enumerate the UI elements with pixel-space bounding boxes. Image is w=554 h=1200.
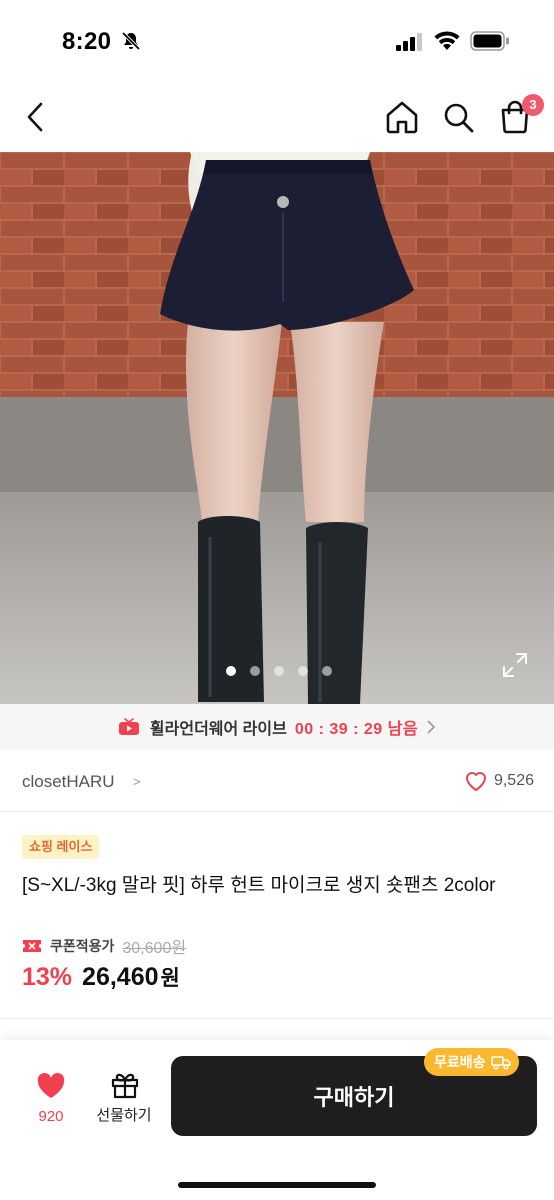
bottom-action-bar: 920 선물하기 구매하기 무료배송 bbox=[0, 1040, 554, 1200]
gallery-dot[interactable] bbox=[274, 666, 284, 676]
back-button[interactable] bbox=[18, 96, 52, 138]
product-photo bbox=[0, 152, 554, 704]
live-video-icon bbox=[118, 718, 139, 735]
bell-off-icon bbox=[121, 31, 141, 51]
store-like-button[interactable]: 9,526 bbox=[464, 768, 534, 794]
gift-icon bbox=[111, 1073, 139, 1099]
product-image-gallery[interactable] bbox=[0, 152, 554, 704]
product-like-button[interactable]: 920 bbox=[24, 1070, 78, 1130]
gallery-dot[interactable] bbox=[250, 666, 260, 676]
store-like-count: 9,526 bbox=[493, 772, 534, 789]
heart-filled-icon bbox=[37, 1073, 65, 1098]
truck-icon bbox=[490, 1056, 511, 1070]
chevron-right-icon bbox=[427, 720, 436, 734]
price-row: 13% 26,460 원 bbox=[22, 962, 180, 998]
home-icon bbox=[386, 101, 418, 134]
gallery-dot[interactable] bbox=[322, 666, 332, 676]
sale-price: 26,460 bbox=[82, 963, 159, 991]
discount-rate: 13% bbox=[22, 963, 73, 991]
signal-icon bbox=[396, 33, 422, 51]
price-unit: 원 bbox=[160, 967, 180, 990]
wifi-icon bbox=[434, 31, 460, 50]
back-arrow-icon bbox=[27, 102, 43, 132]
search-icon bbox=[444, 103, 474, 133]
top-navigation bbox=[0, 80, 554, 152]
gallery-pagination bbox=[0, 666, 554, 678]
shopping-race-badge: 쇼핑 레이스 bbox=[22, 835, 100, 859]
home-button[interactable] bbox=[382, 96, 422, 138]
expand-image-button[interactable] bbox=[500, 650, 530, 680]
live-timer-value: 00 : 39 : 29 bbox=[294, 721, 383, 738]
status-time: 8:20 bbox=[62, 28, 112, 55]
coupon-price-row: 쿠폰적용가 30,600원 bbox=[22, 935, 186, 957]
free-shipping-badge: 무료배송 bbox=[424, 1048, 519, 1076]
product-like-count: 920 bbox=[38, 1108, 64, 1125]
divider bbox=[0, 1018, 554, 1019]
live-title: 휠라언더웨어 라이브 bbox=[149, 721, 287, 738]
home-indicator bbox=[178, 1182, 376, 1188]
store-chevron: > bbox=[133, 774, 141, 789]
gift-label: 선물하기 bbox=[96, 1107, 152, 1124]
gallery-dot[interactable] bbox=[298, 666, 308, 676]
free-shipping-label: 무료배송 bbox=[434, 1054, 486, 1070]
original-price: 30,600원 bbox=[122, 940, 187, 957]
search-button[interactable] bbox=[438, 96, 478, 138]
coupon-icon bbox=[23, 940, 41, 952]
live-countdown: 00 : 39 : 29 남음 bbox=[295, 715, 418, 739]
gift-button[interactable]: 선물하기 bbox=[90, 1070, 158, 1130]
store-row: closetHARU > 9,526 bbox=[0, 750, 554, 812]
gallery-dot[interactable] bbox=[226, 666, 236, 676]
store-name-link[interactable]: closetHARU bbox=[22, 772, 115, 792]
cart-count-badge: 3 bbox=[522, 94, 544, 116]
heart-outline-icon bbox=[465, 772, 486, 791]
product-title: [S~XL/-3kg 말라 핏] 하루 헌트 마이크로 생지 숏팬츠 2colo… bbox=[22, 875, 496, 896]
expand-icon bbox=[503, 653, 527, 677]
battery-icon bbox=[470, 31, 509, 51]
status-bar: 8:20 bbox=[0, 0, 554, 80]
coupon-label: 쿠폰적용가 bbox=[50, 938, 115, 954]
live-broadcast-banner[interactable]: 휠라언더웨어 라이브 00 : 39 : 29 남음 bbox=[0, 704, 554, 750]
live-timer-suffix: 남음 bbox=[387, 721, 419, 738]
